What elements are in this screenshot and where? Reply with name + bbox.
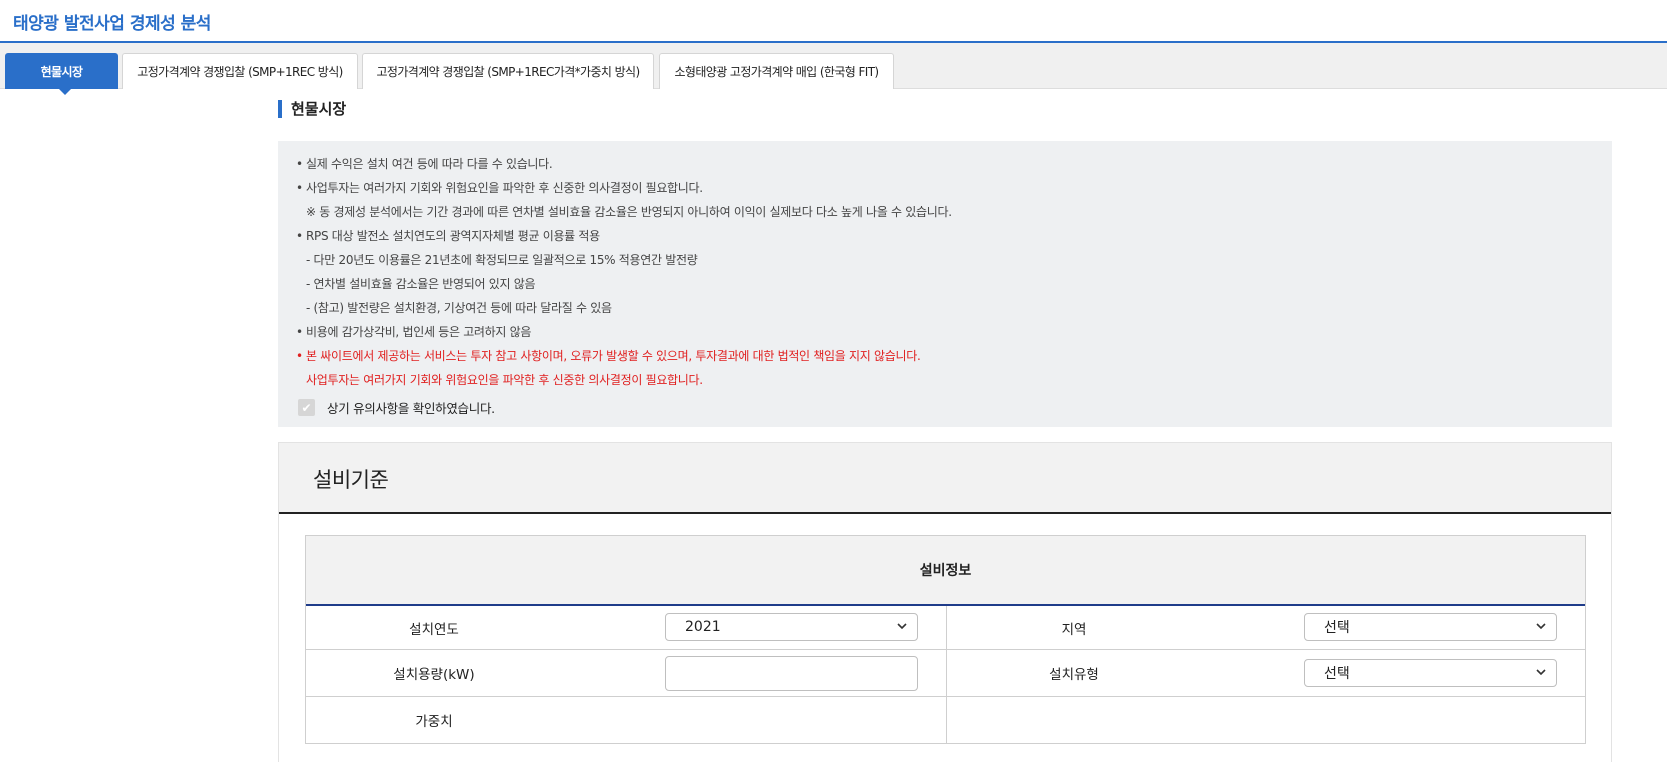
notice-line: - 다만 20년도 이용률은 21년초에 확정되므로 일괄적으로 15% 적용연… [306, 253, 698, 267]
notice-box: • 실제 수익은 설치 여건 등에 따라 다를 수 있습니다. • 사업투자는 여러… [278, 141, 1612, 427]
confirm-checkbox[interactable]: ✔ [298, 399, 315, 416]
section-title: 현물시장 [278, 100, 346, 118]
notice-line: ※ 동 경제성 분석에서는 기간 경과에 따른 연차별 설비효율 감소율은 반영… [306, 205, 952, 219]
notice-line: - 연차별 설비효율 감소율은 반영되어 있지 않음 [306, 277, 536, 291]
tab-small-solar-fit[interactable]: 소형태양광 고정가격계약 매입 (한국형 FIT) [659, 53, 894, 89]
page-title: 태양광 발전사업 경제성 분석 [13, 14, 211, 34]
install-type-label: 설치유형 [1049, 667, 1099, 683]
chevron-down-icon [1536, 623, 1546, 630]
table-row: 설치용량(kW) 설치유형 선택 [306, 650, 1585, 697]
region-label: 지역 [1061, 621, 1087, 638]
spec-table: 설비정보 설치연도 2021 지역 선택 설치용량(kW) 설치유형 선택 가중… [305, 535, 1586, 744]
table-row: 설치연도 2021 지역 선택 [306, 606, 1585, 650]
tab-fixed-price-smp-rec[interactable]: 고정가격계약 경쟁입찰 (SMP+1REC 방식) [122, 53, 358, 89]
chevron-down-icon [1536, 669, 1546, 676]
spec-header: 설비기준 [279, 443, 1611, 514]
tab-spot-market[interactable]: 현물시장 [5, 53, 118, 89]
table-row: 가중치 [306, 697, 1585, 744]
region-select[interactable]: 선택 [1304, 613, 1557, 641]
notice-line: • 사업투자는 여러가지 기회와 위험요인을 파악한 후 신중한 의사결정이 필요… [296, 181, 703, 195]
confirm-checkbox-row[interactable]: ✔ 상기 유의사항을 확인하였습니다. [298, 398, 495, 417]
capacity-input[interactable] [665, 656, 918, 691]
notice-warning-line: • 본 싸이트에서 제공하는 서비스는 투자 참고 사항이며, 오류가 발생할 수… [296, 349, 921, 363]
page-header: 태양광 발전사업 경제성 분석 [0, 0, 1667, 43]
table-caption: 설비정보 [306, 536, 1585, 606]
tab-fixed-price-smp-rec-weight[interactable]: 고정가격계약 경쟁입찰 (SMP+1REC가격*가중치 방식) [362, 53, 654, 89]
weight-label: 가중치 [415, 714, 453, 730]
region-value: 선택 [1324, 620, 1350, 636]
spec-title: 설비기준 [313, 468, 389, 492]
install-year-label: 설치연도 [409, 621, 459, 638]
active-tab-indicator [58, 88, 72, 95]
install-year-select[interactable]: 2021 [665, 613, 918, 641]
chevron-down-icon [897, 623, 907, 630]
tab-bar: 현물시장 고정가격계약 경쟁입찰 (SMP+1REC 방식) 고정가격계약 경쟁… [0, 43, 1667, 89]
notice-warning-line: 사업투자는 여러가지 기회와 위험요인을 파악한 후 신중한 의사결정이 필요합… [306, 373, 703, 387]
notice-line: • 비용에 감가상각비, 법인세 등은 고려하지 않음 [296, 325, 532, 339]
capacity-label: 설치용량(kW) [393, 667, 475, 683]
install-type-value: 선택 [1324, 666, 1350, 682]
notice-line: - (참고) 발전량은 설치환경, 기상여건 등에 따라 달라질 수 있음 [306, 301, 612, 315]
install-year-value: 2021 [685, 619, 721, 635]
notice-line: • RPS 대상 발전소 설치연도의 광역지자체별 평균 이용률 적용 [296, 229, 600, 243]
spec-panel: 설비기준 설비정보 설치연도 2021 지역 선택 설치용량(kW) 설치유형 … [278, 442, 1612, 762]
checkmark-icon: ✔ [301, 400, 312, 415]
confirm-label[interactable]: 상기 유의사항을 확인하였습니다. [327, 398, 495, 417]
notice-line: • 실제 수익은 설치 여건 등에 따라 다를 수 있습니다. [296, 157, 553, 171]
install-type-select[interactable]: 선택 [1304, 659, 1557, 687]
